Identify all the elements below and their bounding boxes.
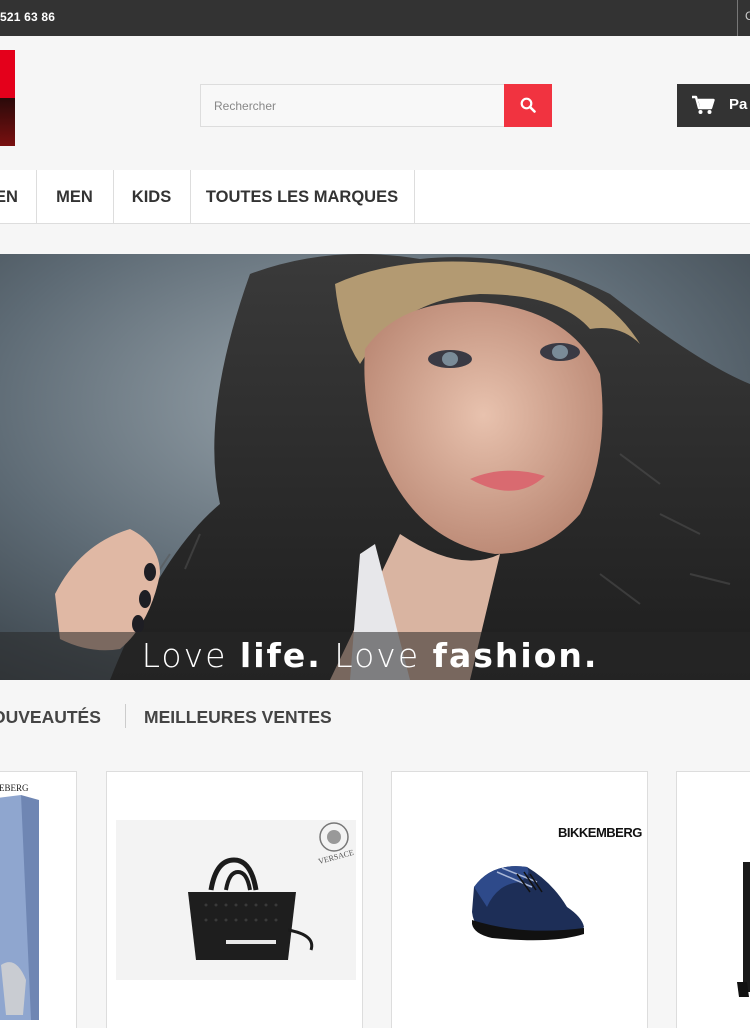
hero-image — [0, 254, 750, 680]
product-image-shoe: BIKKEMBERGS — [402, 812, 642, 982]
caption-part-bold: life. — [239, 636, 322, 675]
product-card[interactable] — [676, 771, 750, 1028]
logo-dark-block — [0, 98, 15, 146]
site-logo[interactable] — [0, 50, 15, 146]
product-image-shirt: EBERG — [0, 780, 41, 1020]
nav-item-all-brands[interactable]: TOUTES LES MARQUES — [190, 170, 415, 224]
product-card[interactable]: VERSACE — [106, 771, 363, 1028]
nav-item-label: MEN — [56, 188, 93, 206]
nav-item-men[interactable]: MEN — [36, 170, 114, 224]
product-card[interactable]: EBERG — [0, 771, 77, 1028]
product-tabs: OUVEAUTÉS MEILLEURES VENTES — [0, 693, 750, 737]
caption-part: Love — [321, 636, 433, 675]
hero-caption: Love life. Love fashion. — [0, 636, 740, 675]
logo-red-block — [0, 50, 15, 98]
cart-label: Pa — [729, 96, 748, 113]
caption-part-bold: fashion. — [432, 636, 599, 675]
topbar-divider — [737, 0, 738, 36]
brand-label-bikkembergs: BIKKEMBERGS — [558, 825, 642, 840]
product-image-bag: VERSACE — [116, 820, 356, 980]
hero-caption-band: Love life. Love fashion. — [0, 632, 750, 680]
brand-label-bikkembergs: EBERG — [0, 783, 29, 793]
topbar-link-icon[interactable]: C — [745, 9, 750, 23]
tab-best-sellers[interactable]: MEILLEURES VENTES — [144, 707, 332, 728]
nav-item-label: EN — [0, 188, 18, 206]
hero-banner[interactable]: Love life. Love fashion. — [0, 254, 750, 680]
nav-item-women[interactable]: EN — [0, 170, 37, 224]
main-nav: EN MEN KIDS TOUTES LES MARQUES — [0, 170, 750, 224]
page: 521 63 86 C Pa — [0, 0, 750, 1028]
search-input[interactable] — [200, 84, 505, 127]
nav-item-label: KIDS — [131, 188, 172, 206]
header: Pa — [0, 36, 750, 170]
cart-icon — [692, 95, 715, 114]
product-image — [737, 862, 750, 997]
top-bar: 521 63 86 C — [0, 0, 750, 36]
phone-number: 521 63 86 — [0, 10, 56, 24]
nav-item-label: TOUTES LES MARQUES — [205, 188, 399, 206]
search-icon — [520, 97, 536, 113]
search-bar — [200, 84, 552, 127]
tab-separator — [125, 704, 126, 728]
nav-item-kids[interactable]: KIDS — [113, 170, 191, 224]
search-button[interactable] — [504, 84, 552, 127]
cart-button[interactable]: Pa — [677, 84, 750, 127]
product-card[interactable]: BIKKEMBERGS — [391, 771, 648, 1028]
caption-part: Love — [141, 636, 240, 675]
tab-new-arrivals[interactable]: OUVEAUTÉS — [0, 707, 101, 728]
